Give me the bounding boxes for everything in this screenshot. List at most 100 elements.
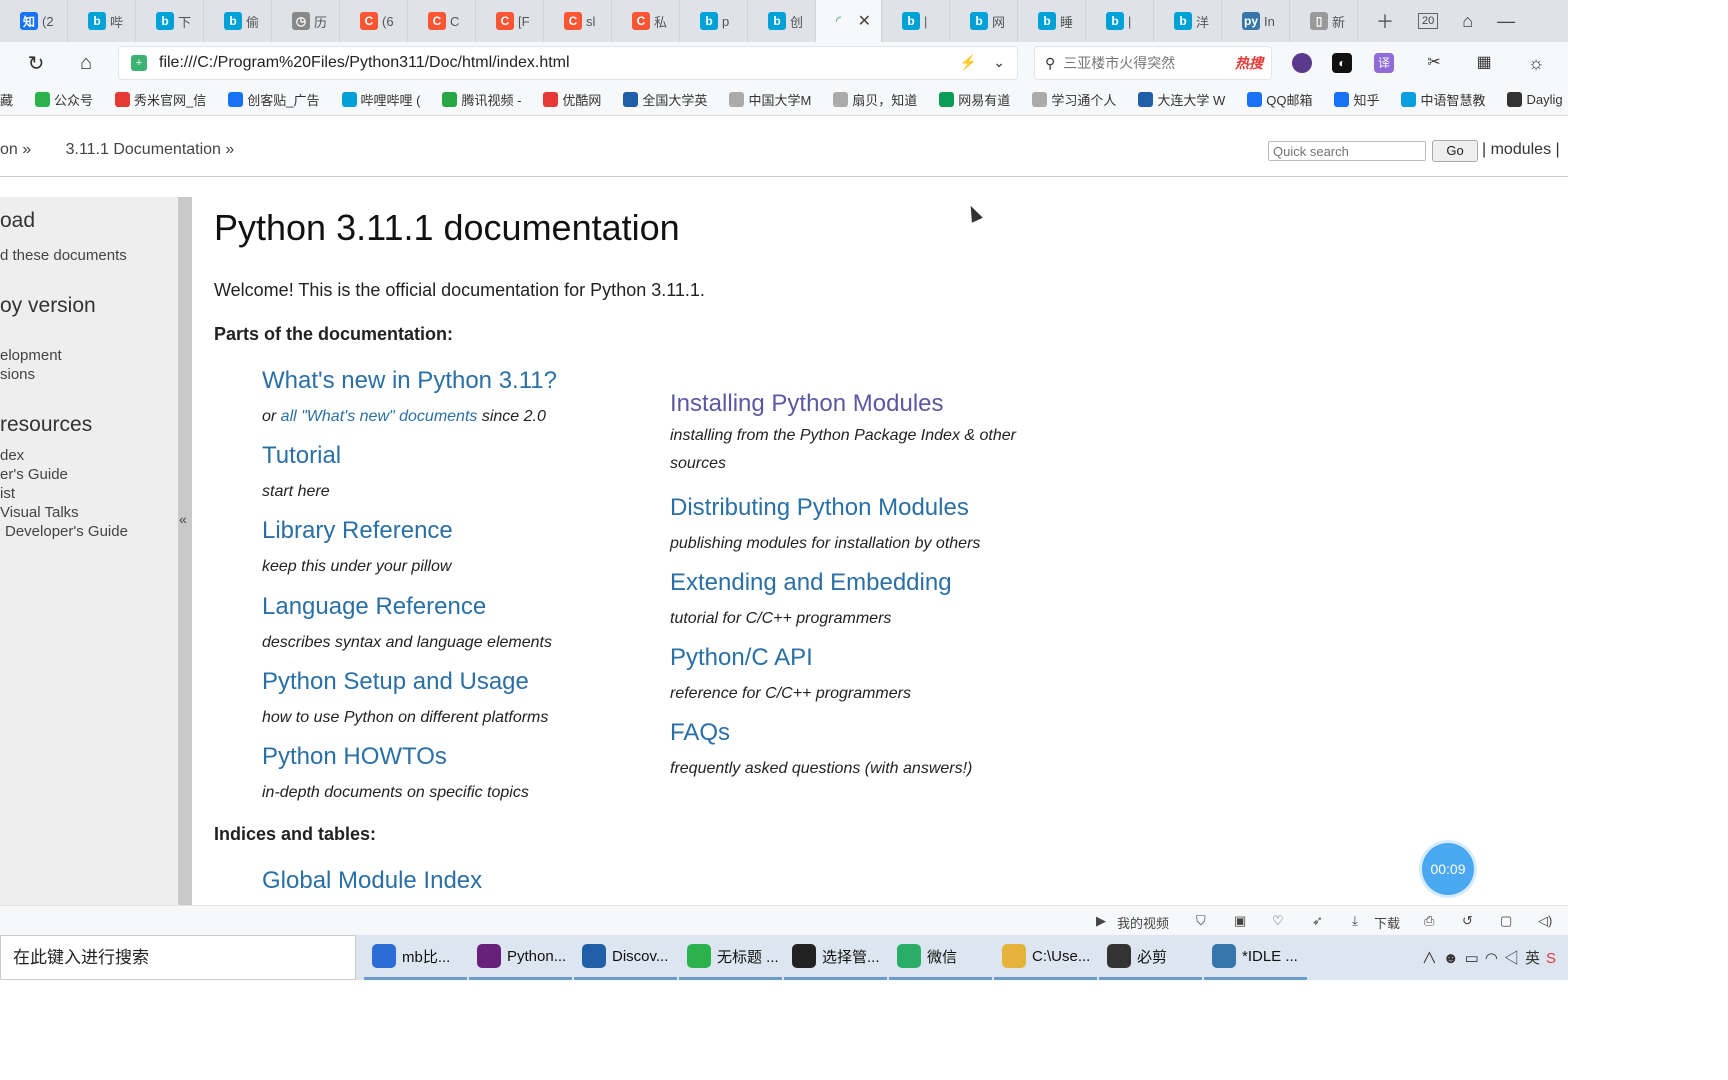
home-icon[interactable]: ⌂ bbox=[64, 52, 108, 75]
taskbar-search-input[interactable]: 在此键入进行搜索 bbox=[0, 935, 356, 980]
shirt-icon[interactable]: ⌂ bbox=[1462, 11, 1473, 32]
extension-icon-dark[interactable]: ◐ bbox=[1332, 53, 1352, 73]
tab-right-2[interactable]: b睡 bbox=[1018, 0, 1086, 42]
download-label[interactable]: 下载 bbox=[1374, 913, 1400, 932]
link-c-api[interactable]: Python/C API bbox=[670, 644, 911, 672]
bookmark-item[interactable]: 学习通个人 bbox=[1032, 90, 1116, 109]
taskbar-app[interactable]: 无标题 ... bbox=[679, 935, 782, 980]
dropdown-icon[interactable]: ⌄ bbox=[993, 54, 1005, 70]
rocket-icon[interactable]: ➶ bbox=[1312, 913, 1323, 929]
taskbar-app[interactable]: 必剪 bbox=[1099, 935, 1202, 980]
taskbar-app[interactable]: 微信 bbox=[889, 935, 992, 980]
bookmark-item[interactable]: 中国大学M bbox=[729, 90, 811, 109]
bookmark-item[interactable]: 优酷网 bbox=[543, 90, 601, 109]
bookmark-item[interactable]: 藏 bbox=[0, 90, 13, 109]
taskbar-app[interactable]: C:\Use... bbox=[994, 935, 1097, 980]
tab-7[interactable]: C [F bbox=[476, 0, 544, 42]
tray-battery-icon[interactable]: ▭ bbox=[1465, 950, 1485, 967]
video-icon[interactable]: ▶ bbox=[1096, 913, 1106, 929]
extension-icon-camera[interactable] bbox=[1292, 53, 1312, 73]
address-bar[interactable]: + file:///C:/Program%20Files/Python311/D… bbox=[118, 46, 1018, 80]
close-tab-icon[interactable]: ✕ bbox=[858, 11, 871, 31]
download-icon[interactable]: ⤓ bbox=[1352, 913, 1358, 929]
ime-indicator[interactable]: 英 bbox=[1525, 950, 1546, 967]
bookmark-item[interactable]: QQ邮箱 bbox=[1247, 90, 1312, 109]
sidebar-collapse-button[interactable]: « bbox=[178, 197, 192, 905]
link-installing-modules[interactable]: Installing Python Modules bbox=[670, 390, 1050, 418]
heart-icon[interactable]: ♡ bbox=[1272, 913, 1284, 929]
taskbar-app[interactable]: mb比... bbox=[364, 935, 467, 980]
brightness-icon[interactable]: ☼ bbox=[1526, 53, 1546, 73]
tray-chevron-icon[interactable]: ∧ bbox=[1422, 950, 1443, 967]
new-tab-button[interactable]: ＋ bbox=[1376, 8, 1394, 34]
link-setup-usage[interactable]: Python Setup and Usage bbox=[262, 668, 548, 696]
taskbar-app[interactable]: Python... bbox=[469, 935, 572, 980]
my-video-label[interactable]: 我的视频 bbox=[1117, 913, 1169, 932]
tab-active-loading[interactable]: ◜ ✕ bbox=[816, 0, 882, 42]
breadcrumb-docs[interactable]: 3.11.1 Documentation » bbox=[66, 141, 235, 158]
tab-right-3[interactable]: b | bbox=[1086, 0, 1154, 42]
refresh-small-icon[interactable]: ↺ bbox=[1462, 913, 1473, 929]
bookmark-item[interactable]: 秀米官网_信 bbox=[115, 90, 206, 109]
apps-grid-icon[interactable]: ▦ bbox=[1474, 53, 1494, 73]
hot-search-label[interactable]: 热搜 bbox=[1235, 53, 1263, 73]
link-global-module-index[interactable]: Global Module Index bbox=[262, 867, 482, 895]
tab-6[interactable]: CC bbox=[408, 0, 476, 42]
link-all-whats-new[interactable]: all "What's new" documents bbox=[281, 408, 478, 425]
tab-right-5[interactable]: py In bbox=[1222, 0, 1290, 42]
bookmark-item[interactable]: 公众号 bbox=[35, 90, 93, 109]
taskbar-app[interactable]: *IDLE ... bbox=[1204, 935, 1307, 980]
bookmark-item[interactable]: 网易有道 bbox=[939, 90, 1010, 109]
tab-9[interactable]: C私 bbox=[612, 0, 680, 42]
tray-wifi-icon[interactable]: ◠ bbox=[1485, 950, 1504, 967]
link-faqs[interactable]: FAQs bbox=[670, 719, 972, 747]
quick-search-input[interactable] bbox=[1268, 141, 1426, 161]
tray-volume-icon[interactable]: ◁ bbox=[1504, 950, 1525, 967]
tab-5[interactable]: C (6 bbox=[340, 0, 408, 42]
go-button[interactable]: Go bbox=[1432, 140, 1478, 162]
bookmark-item[interactable]: 扇贝，知道 bbox=[833, 90, 917, 109]
sidebar-link-development[interactable]: elopment bbox=[0, 347, 62, 364]
bookmark-item[interactable]: 创客贴_广告 bbox=[228, 90, 320, 109]
recording-timer[interactable]: 00:09 bbox=[1422, 843, 1474, 895]
printer-icon[interactable]: ⎙ bbox=[1424, 913, 1434, 929]
search-box[interactable]: ⚲ 三亚楼市火得突然 热搜 bbox=[1034, 46, 1272, 80]
tab-right-6[interactable]: ▯ 新 bbox=[1290, 0, 1358, 42]
tab-right-0[interactable]: b | bbox=[882, 0, 950, 42]
refresh-icon[interactable]: ↻ bbox=[14, 51, 58, 76]
scissors-icon[interactable]: ✂ bbox=[1424, 53, 1444, 73]
tab-1[interactable]: b哔 bbox=[68, 0, 136, 42]
breadcrumb-python[interactable]: on » bbox=[0, 141, 31, 158]
tab-8[interactable]: Csl bbox=[544, 0, 612, 42]
link-whats-new[interactable]: What's new in Python 3.11? bbox=[262, 367, 557, 395]
tab-11[interactable]: b创 bbox=[748, 0, 816, 42]
sidebar-link-book-list[interactable]: ist bbox=[0, 485, 15, 502]
bookmark-item[interactable]: 中语智慧教 bbox=[1401, 90, 1485, 109]
tab-10[interactable]: bp bbox=[680, 0, 748, 42]
tab-3[interactable]: b偷 bbox=[204, 0, 272, 42]
link-language-reference[interactable]: Language Reference bbox=[262, 593, 552, 621]
tab-4[interactable]: ◷ 历 bbox=[272, 0, 340, 42]
bookmark-item[interactable]: Daylig bbox=[1507, 92, 1563, 107]
speaker-icon[interactable]: ◁) bbox=[1538, 913, 1552, 929]
bookmark-item[interactable]: 知乎 bbox=[1334, 90, 1379, 109]
link-howtos[interactable]: Python HOWTOs bbox=[262, 743, 529, 771]
link-tutorial[interactable]: Tutorial bbox=[262, 442, 341, 470]
sidebar-link-versions[interactable]: sions bbox=[0, 366, 35, 383]
link-extending-embedding[interactable]: Extending and Embedding bbox=[670, 569, 952, 597]
bookmark-item[interactable]: 全国大学英 bbox=[623, 90, 707, 109]
window-icon[interactable]: ▢ bbox=[1500, 913, 1512, 929]
tray-penguin-icon[interactable]: ☻ bbox=[1443, 950, 1465, 967]
bookmark-item[interactable]: 大连大学 W bbox=[1138, 90, 1225, 109]
sidebar-link-visual-talks[interactable]: Visual Talks bbox=[0, 504, 79, 521]
sidebar-link-developers-guide[interactable]: Developer's Guide bbox=[5, 523, 128, 540]
shield-icon[interactable]: ⛉ bbox=[1196, 913, 1206, 929]
tab-0[interactable]: 知 (2 bbox=[0, 0, 68, 42]
taskbar-app[interactable]: 选择管... bbox=[784, 935, 887, 980]
translate-icon[interactable]: 译 bbox=[1374, 53, 1394, 73]
minimize-icon[interactable]: — bbox=[1497, 11, 1515, 32]
link-library-reference[interactable]: Library Reference bbox=[262, 517, 453, 545]
modules-link[interactable]: | modules | bbox=[1482, 141, 1560, 159]
bookmark-item[interactable]: 哔哩哔哩 ( bbox=[341, 90, 420, 109]
taskbar-app[interactable]: Discov... bbox=[574, 935, 677, 980]
